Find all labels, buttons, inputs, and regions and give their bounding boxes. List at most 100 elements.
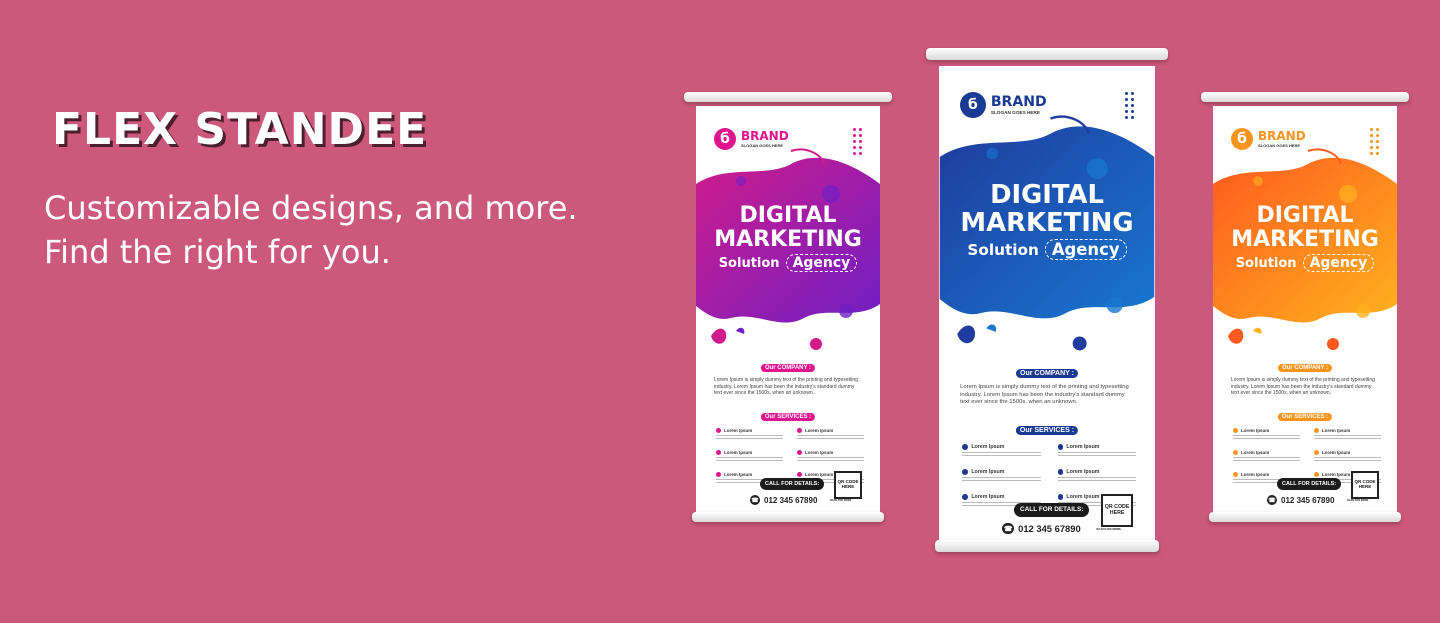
service-text-line [797, 457, 864, 458]
agency-label: Agency [785, 254, 858, 272]
service-label: Lorem Ipsum [805, 428, 834, 433]
service-label: Lorem Ipsum [1322, 472, 1351, 477]
dot [859, 152, 862, 155]
service-label: Lorem Ipsum [971, 468, 1005, 475]
service-label: Lorem Ipsum [724, 428, 753, 433]
service-label: Lorem Ipsum [805, 450, 834, 455]
brand-slogan: SLOGAN GOES HERE [1258, 143, 1301, 148]
bottom-bar [692, 512, 884, 522]
service-label: Lorem Ipsum [1241, 428, 1270, 433]
service-item-head: Lorem Ipsum [716, 428, 783, 433]
solution-row: Solution Agency [1213, 254, 1397, 272]
service-item-head: Lorem Ipsum [1233, 472, 1300, 477]
service-label: Lorem Ipsum [1241, 472, 1270, 477]
dot [1376, 140, 1379, 143]
service-label: Lorem Ipsum [724, 450, 753, 455]
service-item-head: Lorem Ipsum [1233, 428, 1300, 433]
service-item: Lorem Ipsum [1314, 450, 1381, 461]
phone-icon: ☎ [1267, 495, 1277, 505]
service-item: Lorem Ipsum [1057, 444, 1137, 456]
service-item: Lorem Ipsum [797, 428, 864, 439]
service-text-line [1057, 476, 1137, 478]
headline: DIGITAL MARKETING Solution Agency [939, 180, 1155, 261]
brand-logo-group: б BRAND SLOGAN GOES HERE [714, 128, 789, 150]
dot [1370, 140, 1373, 143]
company-heading: Our COMPANY : [760, 364, 816, 372]
service-bullet-icon [1057, 444, 1064, 450]
bottom-bar [935, 540, 1159, 552]
brand-logo-icon: б [1231, 128, 1253, 150]
solution-label: Solution [1235, 255, 1297, 271]
brand-text: BRAND SLOGAN GOES HERE [741, 130, 789, 148]
dot [859, 140, 862, 143]
service-item: Lorem Ipsum [962, 444, 1042, 456]
dot [1130, 91, 1134, 95]
service-label: Lorem Ipsum [971, 444, 1005, 450]
service-text-line [1057, 455, 1137, 456]
service-label: Lorem Ipsum [1322, 428, 1351, 433]
service-text-line [1314, 435, 1381, 436]
service-text-line [1314, 457, 1381, 458]
dot [853, 134, 856, 137]
brand-logo-group: б BRAND SLOGAN GOES HERE [1231, 128, 1306, 150]
phone-icon: ☎ [1002, 522, 1015, 535]
banner: б BRAND SLOGAN GOES HERE DIGITAL MARKETING So… [1213, 106, 1397, 516]
headline-line-2: MARKETING [1231, 227, 1379, 252]
service-item: Lorem Ipsum [1233, 428, 1300, 439]
service-text-line [962, 479, 1042, 481]
decorative-dots [853, 128, 862, 155]
brand-name: BRAND [741, 129, 789, 143]
dot [859, 128, 862, 131]
services-heading: Our SERVICES : [1277, 413, 1333, 421]
solution-label: Solution [967, 240, 1039, 259]
dot [1130, 115, 1134, 119]
service-label: Lorem Ipsum [1066, 468, 1100, 475]
service-bullet-icon [1233, 428, 1238, 433]
phone-text: 012 345 67890 [764, 495, 818, 505]
service-item: Lorem Ipsum [1233, 450, 1300, 461]
brand-name: BRAND [1258, 129, 1306, 143]
dot [1124, 115, 1128, 119]
service-label: Lorem Ipsum [1066, 493, 1100, 500]
service-item-head: Lorem Ipsum [1314, 450, 1381, 455]
service-bullet-icon [1057, 493, 1064, 500]
service-label: Lorem Ipsum [971, 493, 1005, 500]
headline-line-2: MARKETING [960, 208, 1134, 239]
hero-subtitle-line-2: Find the right for you. [44, 233, 391, 271]
service-item-head: Lorem Ipsum [1057, 444, 1137, 450]
dot [1376, 128, 1379, 131]
service-label: Lorem Ipsum [805, 472, 834, 477]
service-bullet-icon [962, 444, 969, 450]
service-bullet-icon [1233, 450, 1238, 455]
dot [1376, 146, 1379, 149]
top-bar [684, 92, 892, 102]
banner: б BRAND SLOGAN GOES HERE DIGITAL MARKETING So… [939, 66, 1155, 544]
agency-label: Agency [1044, 239, 1127, 261]
headline-line-1: DIGITAL [990, 180, 1104, 211]
bottom-bar [1209, 512, 1401, 522]
hero-subtitle: Customizable designs, and more. Find the… [44, 186, 578, 274]
qr-code-placeholder: QR CODE HERE [834, 471, 862, 499]
service-bullet-icon [1233, 472, 1238, 477]
phone-number: ☎ 012 345 67890 [750, 495, 817, 505]
service-item: Lorem Ipsum [797, 450, 864, 461]
service-bullet-icon [716, 472, 721, 477]
service-text-line [1057, 479, 1137, 481]
brand-logo-icon: б [960, 92, 986, 118]
service-bullet-icon [797, 472, 802, 477]
service-text-line [716, 435, 783, 436]
service-bullet-icon [1314, 450, 1319, 455]
service-text-line [797, 435, 864, 436]
call-for-details: CALL FOR DETAILS: [1014, 502, 1090, 517]
dot [853, 128, 856, 131]
service-text-line [797, 438, 864, 439]
dot [859, 146, 862, 149]
service-item-head: Lorem Ipsum [1314, 428, 1381, 433]
qr-code-placeholder: QR CODE HERE [1351, 471, 1379, 499]
dot [853, 146, 856, 149]
service-text-line [1314, 460, 1381, 461]
service-item: Lorem Ipsum [1314, 428, 1381, 439]
services-heading: Our SERVICES : [760, 413, 816, 421]
service-bullet-icon [797, 428, 802, 433]
service-bullet-icon [797, 450, 802, 455]
